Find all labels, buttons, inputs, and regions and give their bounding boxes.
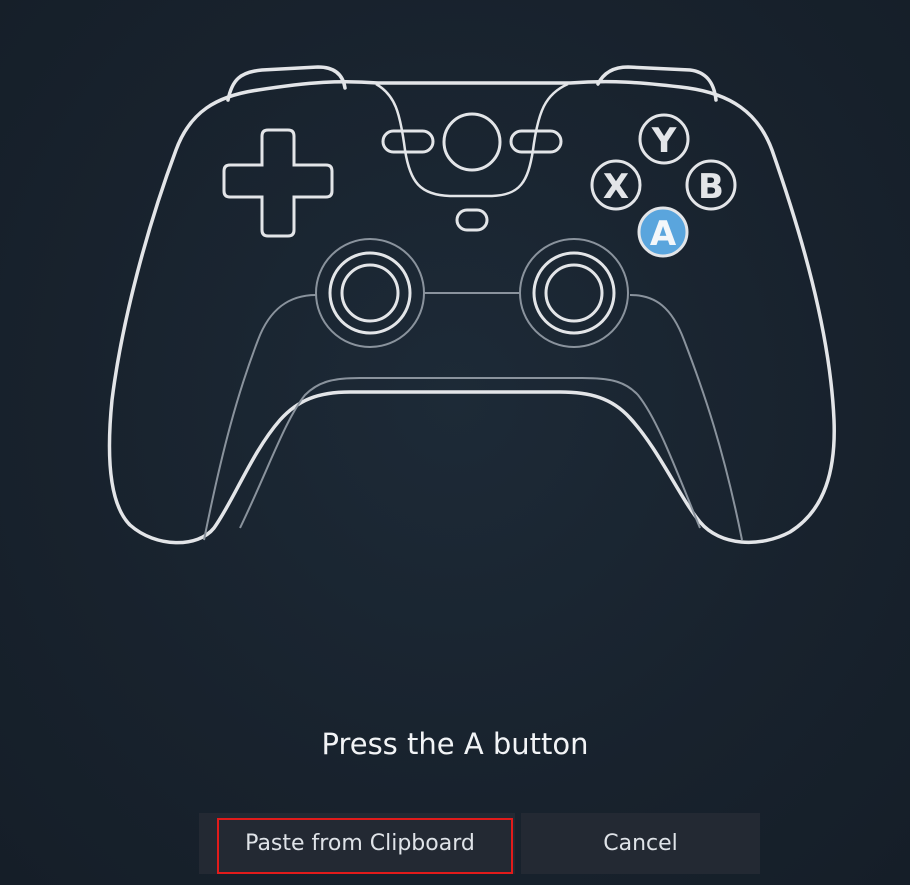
instruction-text: Press the A button [321, 727, 589, 761]
svg-text:Y: Y [651, 121, 677, 161]
a-button-icon: A [637, 206, 689, 258]
left-stick-inner [340, 263, 400, 323]
home-button-icon [442, 112, 502, 172]
paste-from-clipboard-button[interactable]: Paste from Clipboard [199, 813, 515, 874]
right-stick-outer [519, 238, 629, 348]
dpad-icon [222, 128, 334, 238]
controller-svg: Y X B A [107, 65, 836, 545]
y-button-icon: Y [638, 113, 690, 165]
cancel-button-label: Cancel [603, 831, 678, 856]
left-stick-outer [315, 238, 425, 348]
left-grip-line [203, 294, 317, 541]
b-button-icon: B [685, 159, 737, 211]
right-stick-inner [544, 263, 604, 323]
center-panel [375, 82, 569, 198]
paste-button-label: Paste from Clipboard [245, 831, 475, 856]
x-button-icon: X [590, 159, 642, 211]
action-bar: Paste from Clipboard Cancel [199, 813, 760, 874]
cancel-button[interactable]: Cancel [521, 813, 760, 874]
svg-text:A: A [650, 214, 677, 254]
select-button-icon [381, 129, 435, 154]
svg-text:X: X [603, 167, 629, 207]
svg-text:B: B [698, 167, 724, 207]
capture-button-icon [455, 208, 489, 232]
controller-illustration: Y X B A [0, 0, 910, 600]
